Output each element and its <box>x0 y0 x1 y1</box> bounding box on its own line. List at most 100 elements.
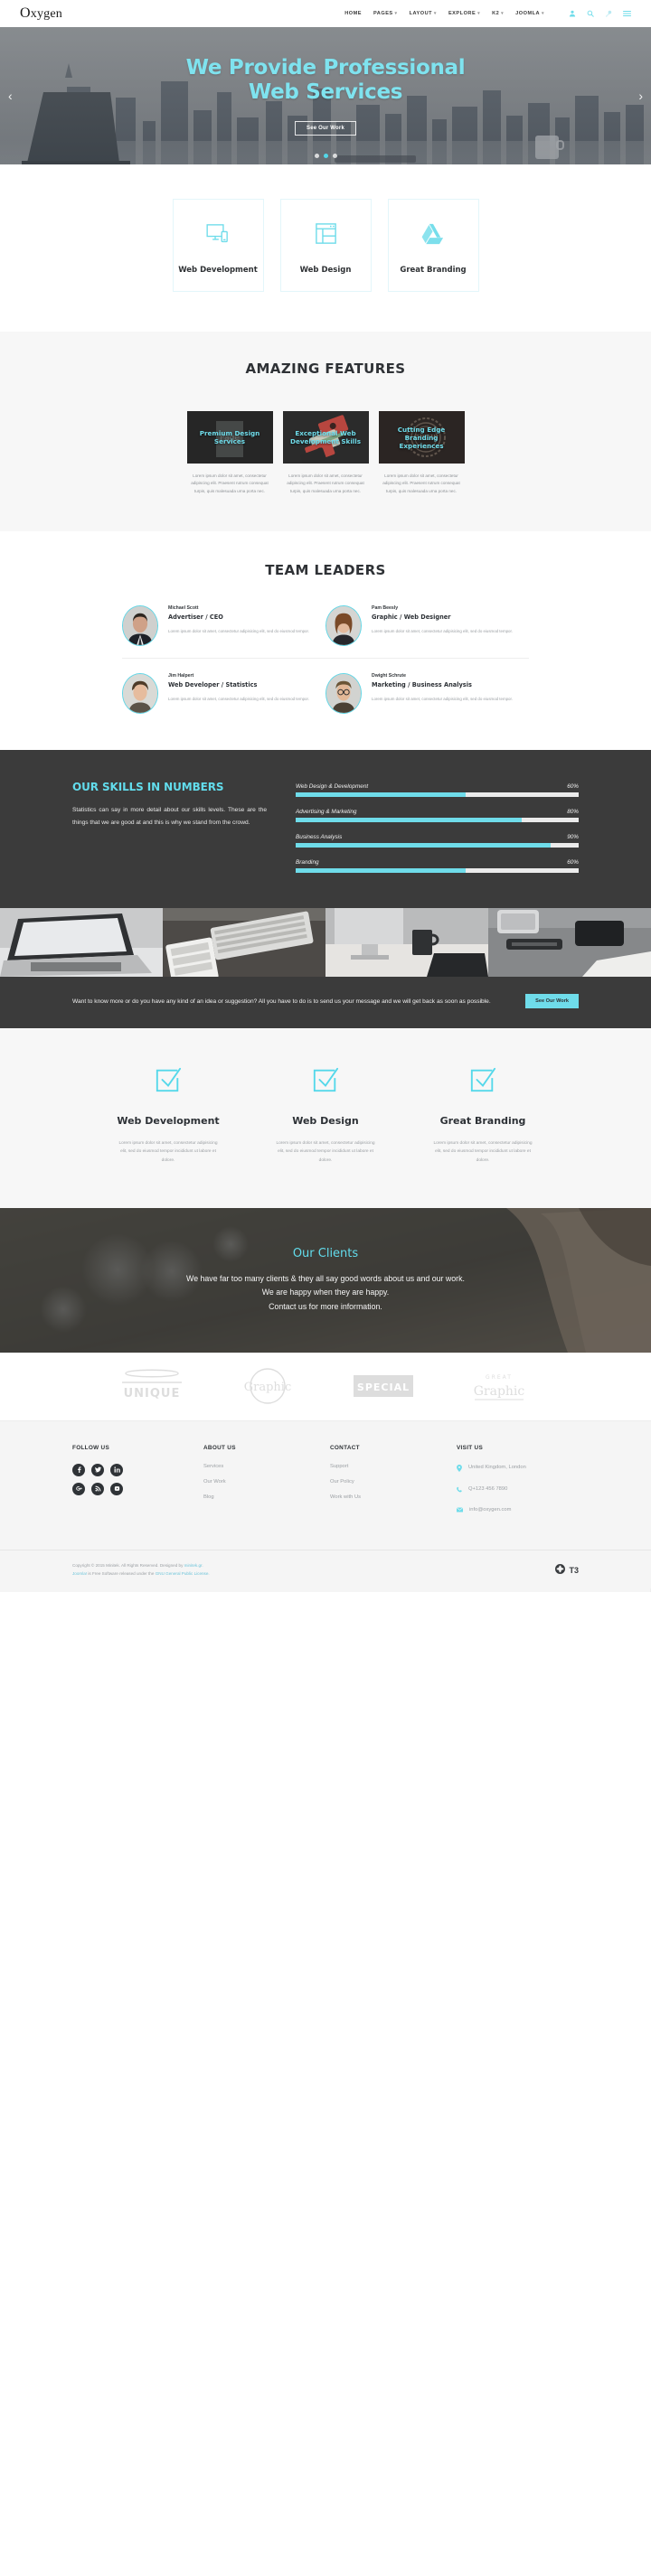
svg-text:Graphic: Graphic <box>244 1381 291 1394</box>
monitor-phone-icon <box>206 217 230 251</box>
feature-card[interactable]: Page Premium Design Services Lorem ipsum… <box>186 411 273 495</box>
nav-item-pages[interactable]: PAGES ▾ <box>373 11 398 16</box>
linkedin-icon[interactable] <box>110 1463 123 1476</box>
nav-item-joomla[interactable]: JOOMLA ▾ <box>515 11 544 16</box>
gpl-link[interactable]: GNU General Public License. <box>156 1571 210 1576</box>
service-card-great-branding[interactable]: Great Branding <box>387 199 479 292</box>
svg-text:GREAT: GREAT <box>486 1374 513 1381</box>
slider-prev-arrow[interactable]: ‹ <box>8 89 13 103</box>
twitter-icon[interactable] <box>91 1463 104 1476</box>
copyright-text: Copyright © 2015 Minitek. All Rights Res… <box>72 1562 210 1578</box>
hero-title-line1: We Provide Professional <box>185 55 466 80</box>
service-card-web-development[interactable]: Web Development <box>172 199 264 292</box>
features-title: AMAZING FEATURES <box>245 361 406 377</box>
feature-text: Lorem ipsum dolor sit amet, consectetur … <box>191 473 269 493</box>
slider-dot[interactable] <box>332 154 337 158</box>
nav-item-layout[interactable]: LAYOUT ▾ <box>410 11 437 16</box>
footer-link-work-with-us[interactable]: Work with Us <box>330 1494 457 1500</box>
facebook-icon[interactable] <box>72 1463 85 1476</box>
footer-phone[interactable]: Q+123 456 7890 <box>457 1485 579 1496</box>
member-name: Pam Beesly <box>372 605 399 612</box>
user-icon[interactable] <box>569 10 576 17</box>
feature-text: Lorem ipsum dolor sit amet, consectetur … <box>382 473 460 493</box>
team-member[interactable]: Michael Scott Advertiser / CEO Lorem ips… <box>122 605 326 647</box>
key-icon[interactable] <box>605 10 612 17</box>
footer-heading: ABOUT US <box>203 1444 236 1451</box>
hero-cta-button[interactable]: See Our Work <box>295 121 356 136</box>
location-pin-icon <box>457 1464 462 1475</box>
client-logo-unique[interactable]: UNIQUE <box>113 1366 191 1406</box>
footer-phone-text: Q+123 456 7890 <box>468 1485 508 1492</box>
feature-thumbnail: GROW Cutting Edge Branding Experiences <box>378 411 465 464</box>
slider-next-arrow[interactable]: › <box>638 89 643 103</box>
svg-text:Graphic: Graphic <box>474 1384 525 1399</box>
hero-title-line2: Web Services <box>248 80 403 104</box>
cta-button[interactable]: See Our Work <box>525 994 579 1009</box>
service-card-web-design[interactable]: Web Design <box>279 199 372 292</box>
nav-item-k2[interactable]: K2 ▾ <box>492 11 504 16</box>
slider-dot[interactable] <box>314 154 319 158</box>
team-row: Jim Halpert Web Developer / Statistics L… <box>122 658 529 715</box>
feature-card[interactable]: Exceptional Web Development Skills Lorem… <box>282 411 369 495</box>
menu-icon[interactable] <box>623 10 631 17</box>
team-member[interactable]: Dwight Schrute Marketing / Business Anal… <box>326 673 529 715</box>
youtube-icon[interactable] <box>110 1482 123 1495</box>
footer-link-our-policy[interactable]: Our Policy <box>330 1479 457 1485</box>
copyright-line1-prefix: Copyright © 2015 Minitek. All Rights Res… <box>72 1562 184 1568</box>
member-name: Michael Scott <box>168 605 199 612</box>
footer-link-blog[interactable]: Blog <box>203 1494 330 1500</box>
team-member[interactable]: Jim Halpert Web Developer / Statistics L… <box>122 673 326 715</box>
check-card-great-branding[interactable]: Great Branding Lorem ipsum dolor sit ame… <box>416 1066 550 1164</box>
footer-link-support[interactable]: Support <box>330 1464 457 1469</box>
check-card-title: Great Branding <box>439 1115 526 1128</box>
rss-icon[interactable] <box>91 1482 104 1495</box>
clients-title: Our Clients <box>292 1246 359 1260</box>
check-card-web-development[interactable]: Web Development Lorem ipsum dolor sit am… <box>101 1066 235 1164</box>
drive-triangle-icon <box>421 217 445 251</box>
slider-dots <box>0 154 651 158</box>
footer-link-services[interactable]: Services <box>203 1464 330 1469</box>
skill-bar: Advertising & Marketing 80% <box>296 809 579 823</box>
copyright-inner: Copyright © 2015 Minitek. All Rights Res… <box>72 1550 579 1592</box>
member-name: Dwight Schrute <box>372 673 407 679</box>
googleplus-icon[interactable] <box>72 1482 85 1495</box>
team-member[interactable]: Pam Beesly Graphic / Web Designer Lorem … <box>326 605 529 647</box>
search-icon[interactable] <box>587 10 594 17</box>
feature-caption: Cutting Edge Branding Experiences <box>397 425 446 450</box>
cta-inner: Want to know more or do you have any kin… <box>72 994 579 1009</box>
skill-bar: Branding 60% <box>296 859 579 874</box>
slider-dot-active[interactable] <box>323 154 328 158</box>
check-card-body: Lorem ipsum dolor sit amet, consectetur … <box>118 1140 218 1163</box>
client-logo-graphic[interactable]: Graphic <box>229 1366 307 1406</box>
nav-label: LAYOUT <box>409 11 433 16</box>
service-label: Web Development <box>178 265 258 275</box>
nav-label: PAGES <box>373 11 393 16</box>
skill-value: 80% <box>567 809 579 816</box>
hero-content: We Provide Professional Web Services See… <box>0 27 651 164</box>
services-row: Web Development Web Design Great Brandin… <box>0 199 651 292</box>
skill-bar: Business Analysis 90% <box>296 834 579 848</box>
member-bio: Lorem ipsum dolor sit amet, consectetur … <box>372 628 513 633</box>
client-logo-special[interactable]: SPECIAL <box>344 1366 422 1406</box>
avatar <box>122 605 158 647</box>
skill-label: Advertising & Marketing <box>296 809 357 816</box>
nav-item-home[interactable]: HOME <box>344 11 362 16</box>
photo-strip <box>0 908 651 987</box>
site-logo[interactable]: OOxygenxygen <box>20 5 62 22</box>
header-icon-group <box>569 10 631 17</box>
site-footer: JOOMLA-MONSTER FOLLOW US ABOUT US Servic… <box>0 1419 651 1593</box>
nav-item-explore[interactable]: EXPLORE ▾ <box>448 11 480 16</box>
footer-email[interactable]: info@oxygen.com <box>456 1506 579 1516</box>
browser-layout-icon <box>315 217 336 251</box>
joomla-link[interactable]: Joomla! <box>72 1571 87 1576</box>
footer-column-follow: FOLLOW US <box>72 1445 203 1526</box>
service-label: Web Design <box>299 265 352 275</box>
minitek-link[interactable]: minitek.gr <box>184 1563 203 1568</box>
footer-column-visit: VISIT US United Kingdom, London Q+123 45… <box>456 1445 579 1526</box>
client-logo-graphic-2[interactable]: GREAT Graphic <box>460 1366 538 1406</box>
t3-badge[interactable]: T3 <box>555 1564 579 1576</box>
feature-card[interactable]: GROW Cutting Edge Branding Experiences L… <box>378 411 465 495</box>
check-card-web-design[interactable]: Web Design Lorem ipsum dolor sit amet, c… <box>259 1066 392 1164</box>
footer-link-our-work[interactable]: Our Work <box>203 1479 330 1485</box>
member-bio: Lorem ipsum dolor sit amet, consectetur … <box>168 696 309 701</box>
